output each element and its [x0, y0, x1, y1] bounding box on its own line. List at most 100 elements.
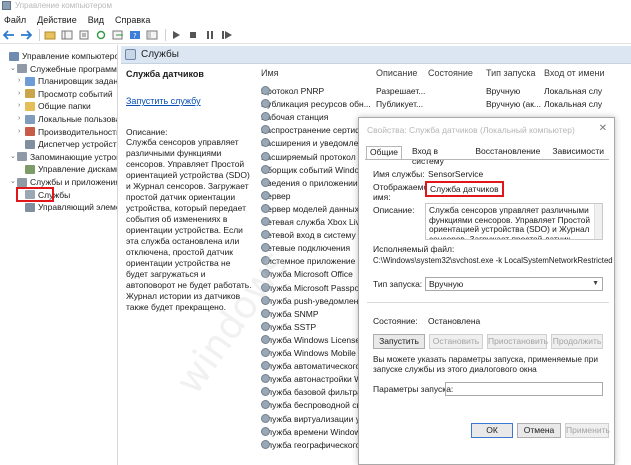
- collapse-arrow-icon[interactable]: ›: [18, 75, 25, 87]
- tree-item[interactable]: › Локальные пользовате: [18, 113, 117, 125]
- tree-item[interactable]: › Планировщик задани: [18, 75, 117, 87]
- forward-icon[interactable]: [19, 29, 33, 42]
- restart-icon[interactable]: [220, 29, 234, 42]
- service-name-text: Публикация ресурсов обн...: [261, 99, 371, 110]
- column-startup-type[interactable]: Тип запуска: [486, 68, 536, 78]
- stop-button[interactable]: Остановить: [429, 334, 483, 349]
- gear-icon: [261, 282, 270, 292]
- start-button[interactable]: Запустить: [373, 334, 425, 349]
- services-header: Службы: [121, 46, 631, 64]
- scheduler-icon: [25, 76, 35, 86]
- play-icon[interactable]: [169, 29, 183, 42]
- executable-label: Исполняемый файл:: [373, 244, 455, 254]
- toolbar: ?: [0, 27, 631, 44]
- service-name-text: Служба беспроводной свя: [261, 400, 366, 411]
- tree-item[interactable]: › Производительность: [18, 126, 117, 138]
- menu-action[interactable]: Действие: [37, 15, 77, 25]
- service-name-cell: Расширяемый протокол пр: [261, 151, 373, 162]
- service-desc-cell: Разрешает...: [376, 86, 426, 96]
- service-name-text: Служба Windows License: [261, 334, 361, 345]
- close-icon[interactable]: ✕: [599, 123, 607, 134]
- description-label: Описание:: [126, 127, 168, 137]
- service-name-cell: Сервер: [261, 190, 373, 201]
- service-name-cell: Служба Microsoft Passpo: [261, 282, 373, 293]
- up-folder-icon[interactable]: [43, 29, 57, 42]
- description-scrollbar[interactable]: [594, 204, 602, 239]
- description-field-label: Описание:: [373, 205, 415, 215]
- console-tree-icon[interactable]: [145, 29, 159, 42]
- service-desc-cell: Публикует...: [376, 99, 424, 110]
- pause-icon[interactable]: [203, 29, 217, 42]
- service-name-text: Служба автонастройки W: [261, 374, 363, 385]
- collapse-arrow-icon[interactable]: ›: [18, 126, 25, 138]
- show-tree-icon[interactable]: [60, 29, 74, 42]
- table-row[interactable]: Публикация ресурсов обн... Публикует... Вр…: [257, 99, 631, 111]
- tree-item[interactable]: Управляющий элемен: [18, 201, 117, 213]
- services-icon: [125, 49, 136, 60]
- start-service-link[interactable]: Запустить службу: [126, 96, 256, 106]
- menu-help[interactable]: Справка: [115, 15, 150, 25]
- device-manager-icon: [25, 139, 35, 149]
- ok-button[interactable]: ОК: [471, 423, 513, 438]
- properties-dialog: Свойства: Служба датчиков (Локальный ком…: [358, 117, 615, 465]
- display-name-label: Отображаемое имя:: [373, 182, 433, 202]
- startup-params-input[interactable]: [445, 382, 603, 396]
- resume-button[interactable]: Продолжить: [551, 334, 603, 349]
- expand-icon[interactable]: ⌄: [10, 63, 17, 75]
- apply-button[interactable]: Применить: [565, 423, 610, 438]
- tools-icon: [17, 64, 27, 74]
- gear-icon: [261, 217, 270, 226]
- menu-view[interactable]: Вид: [88, 15, 104, 25]
- service-name-text: Служба push-уведомлени: [261, 295, 364, 306]
- collapse-arrow-icon[interactable]: ›: [18, 100, 25, 112]
- title-bar: Управление компьютером: [0, 0, 631, 12]
- service-name-text: Сборщик событий Windo: [261, 164, 360, 175]
- gear-icon: [261, 164, 270, 174]
- tab-recovery[interactable]: Восстановление: [473, 146, 542, 159]
- executable-path: C:\Windows\system32\svchost.exe -k Local…: [373, 256, 613, 265]
- export-icon[interactable]: [111, 29, 125, 42]
- help-icon[interactable]: ?: [128, 29, 142, 42]
- column-description[interactable]: Описание: [376, 68, 417, 78]
- performance-icon: [25, 127, 35, 137]
- pause-button[interactable]: Приостановить: [487, 334, 548, 349]
- dialog-tabs: Общие Вход в систему Восстановление Зави…: [366, 146, 614, 166]
- service-name-cell: Служба беспроводной свя: [261, 400, 373, 410]
- service-name-cell: Протокол PNRP: [261, 86, 373, 96]
- table-row[interactable]: Протокол PNRP Разрешает... Вручную Локальна…: [257, 86, 631, 98]
- users-icon: [25, 114, 35, 124]
- cancel-button[interactable]: Отмена: [517, 423, 561, 438]
- tab-divider: [365, 159, 609, 160]
- refresh-icon[interactable]: [94, 29, 108, 42]
- gear-icon: [261, 413, 270, 423]
- tree-item[interactable]: › Просмотр событий: [18, 88, 113, 100]
- menu-file[interactable]: Файл: [4, 15, 26, 25]
- column-name[interactable]: Имя: [261, 68, 279, 78]
- tree-item[interactable]: ⌄ Служебные программы: [10, 63, 117, 75]
- display-name-field[interactable]: Служба датчиков: [425, 181, 504, 197]
- column-logon-as[interactable]: Вход от имени: [544, 68, 605, 78]
- properties-icon[interactable]: [77, 29, 91, 42]
- collapse-arrow-icon[interactable]: ›: [18, 113, 25, 125]
- stop-icon[interactable]: [186, 29, 200, 42]
- column-state[interactable]: Состояние: [428, 68, 473, 78]
- tab-logon[interactable]: Вход в систему: [410, 146, 465, 166]
- tab-general[interactable]: Общие: [366, 146, 402, 159]
- collapse-arrow-icon[interactable]: ›: [18, 88, 25, 100]
- back-icon[interactable]: [2, 29, 16, 42]
- gear-icon: [261, 177, 270, 187]
- tree-item[interactable]: Управление дисками: [18, 163, 117, 175]
- tree-item[interactable]: Диспетчер устройств: [18, 138, 117, 150]
- service-name-text: Распространение сертиф: [261, 125, 363, 136]
- service-name-cell: Рабочая станция: [261, 112, 373, 122]
- divider: [367, 302, 609, 303]
- tree-item[interactable]: › Общие папки: [18, 100, 91, 112]
- tab-dependencies[interactable]: Зависимости: [550, 146, 606, 159]
- expand-icon[interactable]: ⌄: [10, 151, 17, 163]
- tree-item[interactable]: Управление компьютером (л: [2, 50, 117, 62]
- startup-type-select[interactable]: Вручную ▼: [425, 277, 603, 291]
- description-field-text: Служба сенсоров управляет различными фун…: [429, 205, 590, 240]
- menu-bar: Файл Действие Вид Справка: [0, 12, 631, 27]
- tree-item[interactable]: ⌄ Запоминающие устройст: [10, 151, 117, 163]
- gear-icon: [261, 334, 270, 344]
